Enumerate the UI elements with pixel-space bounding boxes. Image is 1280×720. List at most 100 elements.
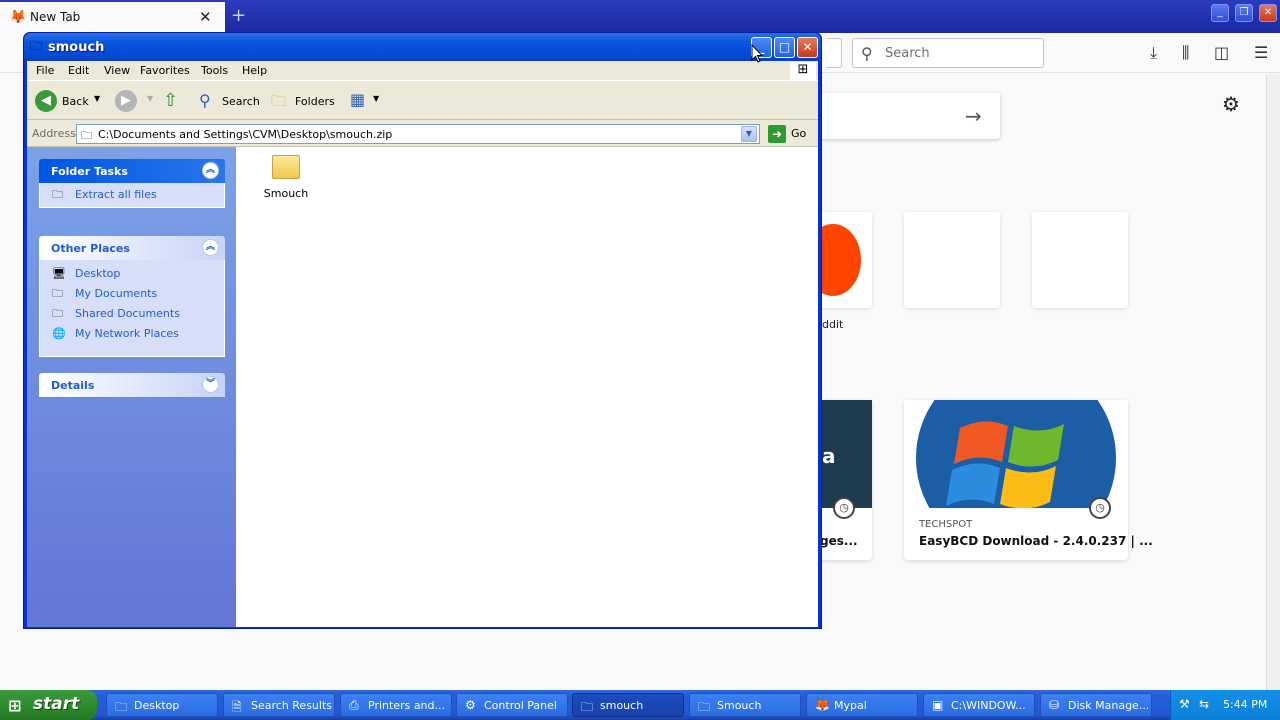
- address-label: Address: [32, 127, 76, 140]
- top-site-tile-empty[interactable]: [904, 212, 1000, 308]
- menu-favorites[interactable]: Favorites: [140, 64, 190, 77]
- download-icon[interactable]: ⤓: [1150, 43, 1157, 63]
- mouse-cursor-icon: [751, 44, 763, 63]
- menu-help[interactable]: Help: [242, 64, 267, 77]
- printer-icon: ⎙: [349, 698, 359, 712]
- back-button-label[interactable]: Back: [62, 95, 89, 108]
- search-arrow-icon[interactable]: →: [965, 104, 982, 128]
- menu-view[interactable]: View: [104, 64, 130, 77]
- back-dropdown-icon[interactable]: ▼: [94, 94, 100, 103]
- chevron-down-icon[interactable]: ▼: [741, 126, 757, 142]
- taskbar-button-smouch-zip[interactable]: 🗀 smouch: [572, 693, 684, 717]
- folder-icon: [272, 155, 300, 179]
- taskbar-button-desktop[interactable]: 🗀 Desktop: [106, 693, 218, 717]
- windows-flag-icon: ⊞: [790, 62, 816, 81]
- place-my-network-places[interactable]: My Network Places: [75, 327, 179, 340]
- search-icon: ⚲: [861, 44, 873, 63]
- folder-icon: 🗀: [698, 700, 711, 714]
- search-icon[interactable]: ⚲: [199, 91, 211, 110]
- windows-logo-thumbnail: [904, 400, 1128, 508]
- place-desktop[interactable]: Desktop: [75, 267, 120, 280]
- extract-icon: 🗀: [52, 188, 63, 201]
- go-button-label[interactable]: Go: [791, 127, 806, 140]
- gear-icon[interactable]: ⚙: [1222, 92, 1240, 116]
- task-extract-all[interactable]: Extract all files: [75, 188, 157, 201]
- desktop-icon: 🖥: [52, 267, 66, 280]
- browser-search-box[interactable]: ⚲ Search: [852, 38, 1044, 68]
- window-title-bar[interactable]: 🗀 smouch _ □ ✕: [24, 33, 821, 61]
- menu-file[interactable]: File: [36, 64, 54, 77]
- back-arrow-icon[interactable]: ◀: [35, 90, 57, 112]
- forward-arrow-icon[interactable]: ▶: [115, 90, 137, 112]
- expand-chevron-icon[interactable]: ︾: [202, 376, 219, 393]
- highlight-title: EasyBCD Download - 2.4.0.237 | ...: [919, 534, 1153, 548]
- forward-dropdown-icon[interactable]: ▼: [147, 94, 153, 103]
- disk-management-icon: ⛁: [1049, 698, 1060, 712]
- folders-icon[interactable]: 🗀: [271, 91, 286, 116]
- menu-edit[interactable]: Edit: [68, 64, 89, 77]
- shared-documents-icon: 🗀: [52, 307, 63, 320]
- zip-folder-icon: 🗀: [30, 39, 43, 53]
- standard-toolbar: ◀ Back ▼ ▶ ▼ ⇧ ⚲ Search 🗀 Folders ▦ ▼: [27, 82, 818, 120]
- tray-network-icon[interactable]: ⇆: [1199, 697, 1209, 711]
- sidebar-icon[interactable]: ◫: [1214, 43, 1229, 62]
- place-shared-documents[interactable]: Shared Documents: [75, 307, 180, 320]
- browser-minimize-button[interactable]: _: [1211, 4, 1229, 22]
- maximize-button[interactable]: □: [774, 37, 795, 58]
- top-site-tile-empty[interactable]: [1032, 212, 1128, 308]
- folders-button-label[interactable]: Folders: [295, 95, 335, 108]
- taskbar-button-label: Printers and...: [368, 699, 446, 712]
- taskbar-button-cmd[interactable]: ▣ C:\WINDOW...: [923, 693, 1035, 717]
- task-pane: Folder Tasks ︽ 🗀 Extract all files Other…: [27, 147, 236, 627]
- taskbar-button-label: C:\WINDOW...: [951, 699, 1026, 712]
- views-dropdown-icon[interactable]: ▼: [373, 94, 379, 103]
- up-folder-icon[interactable]: ⇧: [163, 90, 178, 111]
- cmd-icon: ▣: [932, 698, 944, 712]
- taskbar-button-smouch-folder[interactable]: 🗀 Smouch: [689, 693, 801, 717]
- menu-icon[interactable]: ☰: [1254, 43, 1268, 62]
- clock-icon: ◷: [1089, 497, 1111, 519]
- close-button[interactable]: ✕: [797, 37, 818, 58]
- start-label: start: [33, 694, 80, 714]
- browser-close-button[interactable]: ✕: [1259, 4, 1277, 22]
- taskbar-button-label: Desktop: [134, 699, 180, 712]
- taskbar-button-search-results[interactable]: 🗎 Search Results: [223, 693, 335, 717]
- new-tab-plus-icon[interactable]: +: [231, 5, 246, 26]
- browser-scrollbar[interactable]: [1266, 74, 1280, 690]
- place-my-documents[interactable]: My Documents: [75, 287, 157, 300]
- url-bar[interactable]: [826, 38, 842, 68]
- browser-icon: 🦊: [815, 698, 830, 712]
- taskbar-button-label: Disk Manage...: [1068, 699, 1150, 712]
- folder-item[interactable]: Smouch: [260, 155, 312, 215]
- other-places-title: Other Places: [51, 242, 130, 255]
- taskbar-button-disk-management[interactable]: ⛁ Disk Manage...: [1040, 693, 1152, 717]
- collapse-chevron-icon[interactable]: ︽: [202, 239, 219, 256]
- tray-tool-icon[interactable]: ⚒: [1179, 697, 1190, 711]
- taskbar-button-mypal[interactable]: 🦊 Mypal: [806, 693, 918, 717]
- other-places-header[interactable]: Other Places ︽: [39, 236, 225, 260]
- taskbar: ⊞ start 🗀 Desktop 🗎 Search Results ⎙ Pri…: [0, 690, 1280, 720]
- browser-tab-title: New Tab: [30, 10, 81, 24]
- tray-clock[interactable]: 5:44 PM: [1223, 698, 1267, 711]
- library-icon[interactable]: ⫼: [1182, 43, 1189, 63]
- control-panel-icon: ⚙: [465, 698, 476, 712]
- folder-item-label: Smouch: [263, 187, 309, 200]
- folder-icon: 🗀: [115, 700, 128, 714]
- taskbar-button-printers[interactable]: ⎙ Printers and...: [340, 693, 452, 717]
- windows-flag-icon: ⊞: [8, 696, 22, 715]
- views-icon[interactable]: ▦: [350, 90, 365, 109]
- search-button-label[interactable]: Search: [222, 95, 260, 108]
- collapse-chevron-icon[interactable]: ︽: [202, 162, 219, 179]
- go-arrow-icon[interactable]: ➜: [768, 125, 786, 143]
- search-placeholder: Search: [885, 46, 930, 61]
- details-header[interactable]: Details ︾: [39, 373, 225, 397]
- browser-tab[interactable]: 🦊 New Tab ✕: [0, 2, 225, 33]
- folder-tasks-header[interactable]: Folder Tasks ︽: [39, 159, 225, 183]
- menu-tools[interactable]: Tools: [201, 64, 228, 77]
- address-input[interactable]: 🗀 C:\Documents and Settings\CVM\Desktop\…: [76, 124, 760, 144]
- start-button[interactable]: ⊞ start: [0, 690, 97, 720]
- folder-tasks-title: Folder Tasks: [51, 165, 128, 178]
- tab-close-icon[interactable]: ✕: [199, 8, 212, 26]
- browser-restore-button[interactable]: ❐: [1235, 4, 1253, 22]
- taskbar-button-control-panel[interactable]: ⚙ Control Panel: [456, 693, 568, 717]
